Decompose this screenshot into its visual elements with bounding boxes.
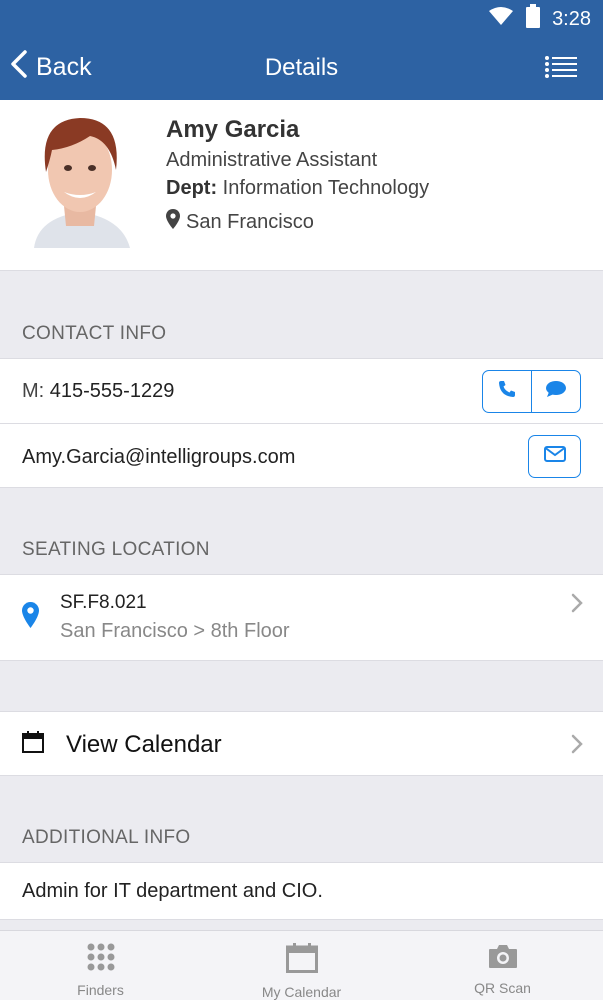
view-calendar-row[interactable]: View Calendar — [0, 711, 603, 776]
dept-value: Information Technology — [222, 177, 430, 199]
mobile-phone-row: M: 415-555-1229 — [0, 358, 603, 424]
calendar-icon — [285, 943, 318, 978]
battery-icon — [526, 4, 541, 34]
profile-job-title: Administrative Assistant — [166, 149, 378, 171]
seating-location-header: SEATING LOCATION — [22, 539, 210, 560]
chat-bubble-icon — [545, 380, 567, 403]
status-bar: 3:28 — [488, 4, 591, 34]
bottom-tab-bar: Finders My Calendar QR Scan — [0, 930, 603, 1000]
avatar — [24, 110, 136, 248]
tab-label: QR Scan — [474, 980, 531, 996]
mobile-number: M: 415-555-1229 — [22, 380, 174, 403]
location-label: San Francisco — [186, 210, 314, 233]
app-header: 3:28 Back Details — [0, 0, 603, 100]
tab-my-calendar[interactable]: My Calendar — [201, 931, 402, 1000]
tab-finders[interactable]: Finders — [0, 931, 201, 1000]
camera-icon — [488, 943, 518, 974]
email-address[interactable]: Amy.Garcia@intelligroups.com — [22, 446, 295, 469]
wifi-icon — [488, 6, 514, 32]
dept-label: Dept: — [166, 177, 218, 199]
chevron-right-icon — [571, 734, 583, 759]
mobile-value: 415-555-1229 — [49, 380, 175, 402]
additional-info-text: Admin for IT department and CIO. — [22, 880, 323, 902]
additional-info-row: Admin for IT department and CIO. — [0, 862, 603, 920]
grid-dots-icon — [87, 943, 115, 976]
phone-icon — [498, 380, 516, 403]
additional-info-header: ADDITIONAL INFO — [22, 827, 191, 848]
profile-location: San Francisco — [166, 209, 314, 235]
chevron-right-icon — [571, 593, 583, 618]
envelope-icon — [543, 446, 566, 467]
calendar-icon — [22, 731, 44, 758]
call-button[interactable] — [483, 371, 531, 412]
page-title: Details — [264, 54, 339, 81]
seating-location-row[interactable]: SF.F8.021 San Francisco > 8th Floor — [0, 574, 603, 661]
nav-bar: Back Details — [0, 36, 603, 98]
contact-info-header: CONTACT INFO — [22, 323, 167, 344]
status-time: 3:28 — [552, 7, 591, 30]
email-row: Amy.Garcia@intelligroups.com — [0, 423, 603, 488]
phone-actions — [482, 370, 581, 413]
profile-department: Dept: Information Technology — [166, 177, 429, 200]
mobile-label: M: — [22, 380, 45, 402]
tab-label: Finders — [77, 982, 124, 998]
tab-label: My Calendar — [261, 984, 342, 1000]
list-menu-icon[interactable] — [545, 56, 577, 83]
email-button[interactable] — [528, 435, 581, 478]
message-button[interactable] — [531, 371, 580, 412]
map-pin-icon — [166, 209, 180, 235]
profile-name: Amy Garcia — [166, 116, 300, 143]
map-pin-icon — [22, 602, 39, 633]
profile-card: Amy Garcia Administrative Assistant Dept… — [0, 100, 603, 271]
tab-qr-scan[interactable]: QR Scan — [402, 931, 603, 1000]
view-calendar-label: View Calendar — [66, 731, 222, 758]
seat-path: San Francisco > 8th Floor — [60, 620, 290, 642]
seat-code: SF.F8.021 — [60, 592, 147, 613]
